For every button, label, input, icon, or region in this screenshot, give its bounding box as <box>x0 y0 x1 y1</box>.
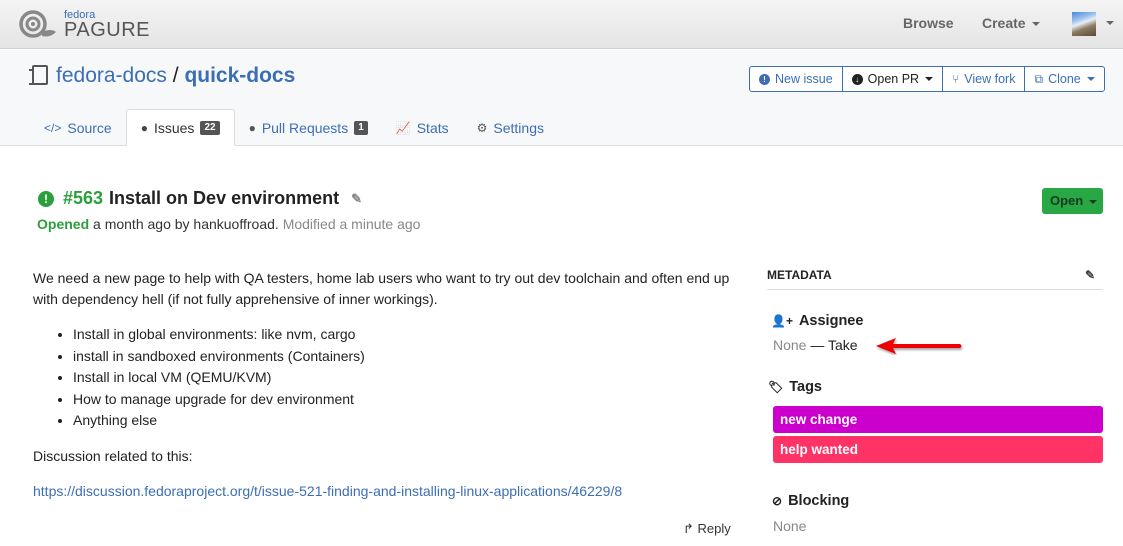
snail-logo-icon <box>19 10 56 38</box>
assignee-heading: 👤+ Assignee <box>771 313 864 329</box>
gears-icon: ⚙ <box>476 120 488 135</box>
issue-title: ! #563 Install on Dev environment ✎ <box>38 188 362 209</box>
issue-list: Install in global environments: like nvm… <box>73 324 733 432</box>
reply-button[interactable]: ↱ Reply <box>683 521 731 537</box>
pr-count-badge: 1 <box>354 120 368 135</box>
issue-status-dropdown[interactable]: Open <box>1042 188 1103 214</box>
list-item: Install in local VM (QEMU/KVM) <box>73 367 733 389</box>
chevron-down-icon <box>1086 77 1095 81</box>
metadata-header: METADATA ✎ <box>767 262 1103 290</box>
take-assignee-link[interactable]: Take <box>828 337 858 353</box>
issue-modified-text: Modified a minute ago <box>282 216 421 232</box>
reply-share-icon: ↱ <box>683 521 694 536</box>
issue-intro: We need a new page to help with QA teste… <box>33 270 730 307</box>
repo-breadcrumb: fedora-docs / quick-docs <box>29 64 295 88</box>
issue-open-icon: ! <box>38 190 54 207</box>
issue-number: #563 <box>63 188 104 208</box>
list-item: How to manage upgrade for dev environmen… <box>73 389 733 411</box>
tag-help-wanted[interactable]: help wanted <box>773 436 1103 463</box>
new-issue-button[interactable]: ! New issue <box>750 67 843 91</box>
tag-new-change[interactable]: new change <box>773 406 1103 433</box>
nav-browse-link[interactable]: Browse <box>903 15 954 31</box>
clone-button[interactable]: ⧉ Clone <box>1025 67 1103 91</box>
top-navbar: fedora PAGURE Browse Create <box>0 0 1123 49</box>
discussion-link[interactable]: https://discussion.fedoraproject.org/t/i… <box>33 483 622 499</box>
arrow-circle-down-icon: ↓ <box>851 73 863 85</box>
chart-line-icon: 📈 <box>395 120 411 135</box>
pagure-logo[interactable]: fedora PAGURE <box>18 8 158 41</box>
user-plus-icon: 👤+ <box>771 314 793 328</box>
repo-tabs: </> Source ● Issues 22 ● Pull Requests 1… <box>30 109 558 146</box>
edit-metadata-pencil-icon[interactable]: ✎ <box>1085 262 1095 288</box>
list-item: Anything else <box>73 410 733 432</box>
repo-actions: ! New issue ↓ Open PR ⑂ View fork ⧉ Clon… <box>749 66 1105 92</box>
ban-icon: ⊘ <box>772 494 783 508</box>
view-fork-button[interactable]: ⑂ View fork <box>943 67 1026 91</box>
edit-pencil-icon[interactable]: ✎ <box>351 191 362 207</box>
tab-pull-requests[interactable]: ● Pull Requests 1 <box>235 109 382 146</box>
discussion-label: Discussion related to this: <box>33 447 193 464</box>
namespace-link[interactable]: fedora-docs <box>56 64 167 87</box>
list-item: install in sandboxed environments (Conta… <box>73 346 733 368</box>
breadcrumb-separator: / <box>172 64 179 87</box>
tab-source[interactable]: </> Source <box>30 109 126 146</box>
issue-status-label: Opened <box>37 216 90 232</box>
open-pr-button[interactable]: ↓ Open PR <box>843 67 944 91</box>
fork-icon: ⑂ <box>952 72 960 86</box>
logo-pagure-text: PAGURE <box>64 19 150 41</box>
chevron-down-icon <box>1089 199 1098 204</box>
arrow-circle-down-icon: ● <box>248 120 256 135</box>
issue-body: We need a new page to help with QA teste… <box>33 268 733 516</box>
issue-title-text: Install on Dev environment <box>109 188 340 208</box>
repo-name-link[interactable]: quick-docs <box>184 64 295 87</box>
issue-meta: Opened a month ago by hankuoffroad. Modi… <box>37 216 420 232</box>
list-item: Install in global environments: like nvm… <box>73 324 733 346</box>
issue-opened-text: a month ago by hankuoffroad. <box>93 216 279 232</box>
blocking-value: None <box>773 518 807 534</box>
tab-stats[interactable]: 📈 Stats <box>382 109 463 146</box>
clone-icon: ⧉ <box>1034 72 1044 86</box>
repo-book-icon <box>29 65 48 85</box>
exclamation-circle-icon: ! <box>759 73 770 85</box>
nav-create-dropdown[interactable]: Create <box>982 15 1040 31</box>
exclamation-circle-icon: ● <box>140 120 148 135</box>
chevron-down-icon <box>925 77 934 81</box>
assignee-value: None — Take <box>773 337 858 353</box>
code-icon: </> <box>44 120 62 135</box>
blocking-heading: ⊘ Blocking <box>772 493 850 509</box>
annotation-arrow <box>876 338 962 354</box>
tag-icon: 🏷 <box>768 380 784 394</box>
user-menu-chevron-down-icon[interactable] <box>1106 21 1114 25</box>
tab-issues[interactable]: ● Issues 22 <box>125 109 235 146</box>
issues-count-badge: 22 <box>200 120 220 135</box>
tab-settings[interactable]: ⚙ Settings <box>463 109 558 146</box>
chevron-down-icon <box>1031 22 1040 27</box>
user-avatar[interactable] <box>1072 12 1096 36</box>
tags-heading: 🏷 Tags <box>768 379 823 395</box>
